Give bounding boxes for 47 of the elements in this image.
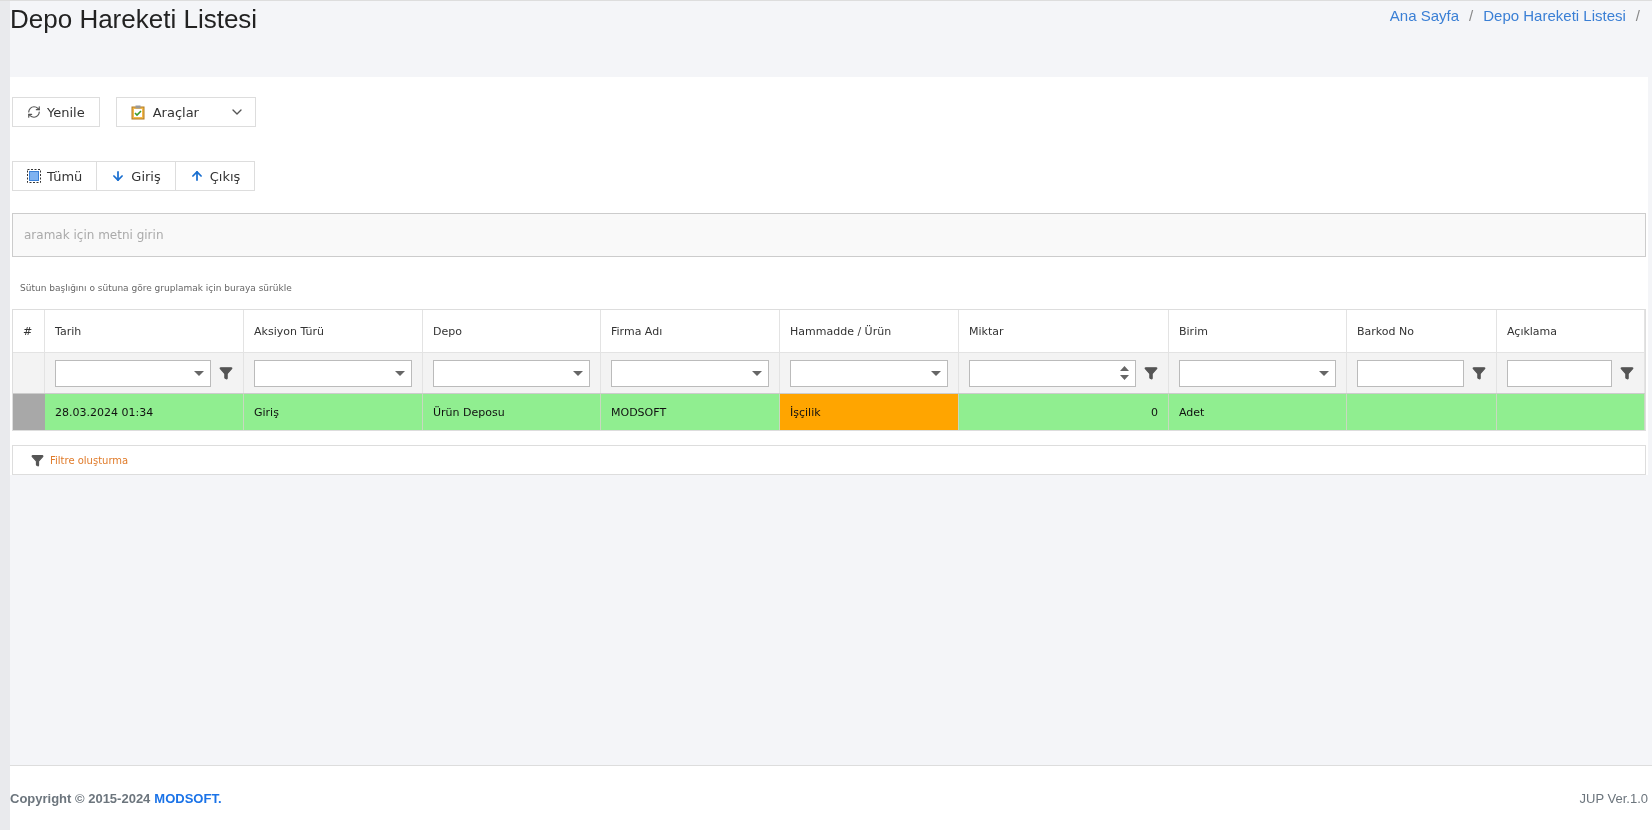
table-cell: Giriş (244, 393, 423, 430)
dropdown-filter-field[interactable] (254, 359, 412, 387)
table-cell: 28.03.2024 01:34 (45, 393, 244, 430)
table-cell: Ürün Deposu (423, 393, 601, 430)
refresh-button[interactable]: Yenile (12, 97, 100, 127)
table-cell: MODSOFT (601, 393, 780, 430)
breadcrumb-separator: / (1635, 7, 1640, 24)
search-field[interactable]: aramak için metni girin (12, 213, 1646, 257)
tools-dropdown-button[interactable]: Araçlar (115, 97, 256, 127)
dropdown-caret-icon (194, 370, 204, 376)
text-filter-field[interactable] (1507, 359, 1612, 387)
page-title: Depo Hareketi Listesi (10, 3, 258, 36)
dropdown-filter-field[interactable] (55, 359, 211, 387)
filter-tab-button[interactable]: Giriş (96, 161, 175, 191)
copyright-text: Copyright © 2015-2024 (10, 790, 151, 806)
table-cell: 0 (959, 393, 1169, 430)
dropdown-caret-icon (752, 370, 762, 376)
dropdown-caret-icon (1319, 370, 1329, 376)
dropdown-caret-icon (931, 370, 941, 376)
filter-icon (31, 453, 44, 467)
filter-icon[interactable] (1472, 366, 1486, 380)
table-cell: Adet (1169, 393, 1347, 430)
breadcrumb-separator: / (1469, 7, 1474, 24)
spinner-arrows-icon (1120, 365, 1129, 381)
clipboard-check-icon (130, 104, 145, 120)
filter-icon[interactable] (1620, 366, 1634, 380)
refresh-icon (27, 105, 41, 119)
number-filter-field[interactable] (969, 359, 1136, 387)
breadcrumb-link[interactable]: Depo Hareketi Listesi (1483, 7, 1626, 24)
filter-icon[interactable] (1144, 366, 1158, 380)
table-cell: İşçilik (780, 393, 959, 430)
row-header[interactable] (13, 393, 45, 430)
brand-link[interactable]: MODSOFT. (154, 790, 222, 806)
filter-tab-button[interactable]: Tümü (12, 161, 97, 191)
dropdown-filter-field[interactable] (433, 359, 590, 387)
dropdown-filter-field[interactable] (1179, 359, 1336, 387)
breadcrumb-link[interactable]: Ana Sayfa (1389, 7, 1460, 24)
version-text: JUP Ver.1.0 (1579, 790, 1648, 806)
dropdown-filter-field[interactable] (611, 359, 769, 387)
filter-icon[interactable] (219, 366, 233, 380)
dropdown-caret-icon (573, 370, 583, 376)
group-panel-hint: Sütun başlığını o sütuna göre gruplamak için buraya sürükle (19, 282, 293, 295)
dropdown-caret-icon (395, 370, 405, 376)
filter-tab-button[interactable]: Çıkış (174, 161, 256, 191)
dropdown-filter-field[interactable] (790, 359, 948, 387)
text-filter-field[interactable] (1357, 359, 1464, 387)
select-all-icon (27, 169, 41, 183)
